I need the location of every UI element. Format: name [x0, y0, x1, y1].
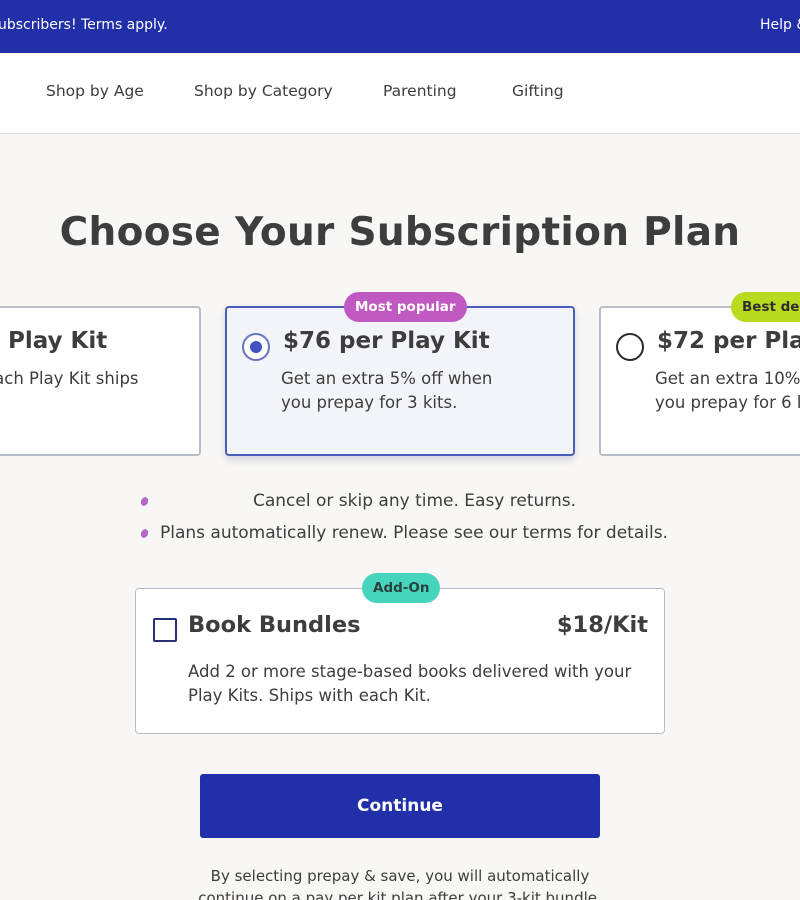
bullet-auto-renew: Plans automatically renew. Please see ou…	[160, 523, 668, 543]
bullet-dot	[139, 495, 150, 508]
bullet-cancel-skip: Cancel or skip any time. Easy returns.	[253, 491, 576, 511]
radio-dot	[250, 341, 262, 353]
help-link[interactable]: Help &	[760, 17, 800, 33]
plan-card-prepay-6[interactable]: $72 per Play Get an extra 10% you prepay…	[599, 306, 800, 456]
most-popular-badge: Most popular	[344, 292, 467, 322]
plan-radio-selected[interactable]	[242, 333, 270, 361]
plan-desc-line: Get an extra 10%	[655, 369, 800, 388]
page-title: Choose Your Subscription Plan	[59, 210, 741, 255]
plan-desc-line: each Play Kit ships	[0, 369, 139, 388]
addon-badge: Add-On	[362, 573, 441, 603]
addon-price: $18/Kit	[556, 612, 648, 638]
nav-item-shop-by-category[interactable]: Shop by Category	[194, 82, 333, 100]
plan-title: Play Kit	[8, 328, 108, 354]
plan-desc-line: you prepay for 6 k	[655, 393, 800, 412]
nav-item-gifting[interactable]: Gifting	[512, 82, 564, 100]
plan-desc: each Play Kit ships	[0, 367, 139, 391]
best-deal-badge: Best dea	[731, 292, 800, 322]
addon-checkbox[interactable]	[153, 618, 177, 642]
plan-title: $76 per Play Kit	[283, 328, 490, 354]
continue-button[interactable]: Continue	[200, 774, 600, 838]
nav-item-shop-by-age[interactable]: Shop by Age	[46, 82, 144, 100]
plan-desc: Get an extra 10% you prepay for 6 k	[655, 367, 800, 415]
plan-radio[interactable]	[616, 333, 644, 361]
plan-title: $72 per Play	[657, 328, 800, 354]
promo-bar: ubscribers! Terms apply. Help &	[0, 0, 800, 53]
plan-desc: Get an extra 5% off when you prepay for …	[281, 367, 492, 415]
plan-card-prepay-3[interactable]: $76 per Play Kit Get an extra 5% off whe…	[225, 306, 575, 456]
promo-text: ubscribers! Terms apply.	[0, 17, 168, 33]
nav-item-parenting[interactable]: Parenting	[383, 82, 457, 100]
addon-desc: Add 2 or more stage-based books delivere…	[188, 662, 632, 705]
addon-title: Book Bundles	[188, 612, 361, 638]
main-nav: Shop by Age Shop by Category Parenting G…	[0, 53, 800, 134]
plan-desc-line: you prepay for 3 kits.	[281, 393, 458, 412]
plan-desc-line: Get an extra 5% off when	[281, 369, 493, 388]
bullet-dot	[139, 527, 150, 540]
prepay-footnote: By selecting prepay & save, you will aut…	[198, 867, 602, 900]
plan-card-monthly[interactable]: Play Kit each Play Kit ships	[0, 306, 201, 456]
addon-card-book-bundles[interactable]: Book Bundles $18/Kit Add 2 or more stage…	[135, 588, 665, 734]
